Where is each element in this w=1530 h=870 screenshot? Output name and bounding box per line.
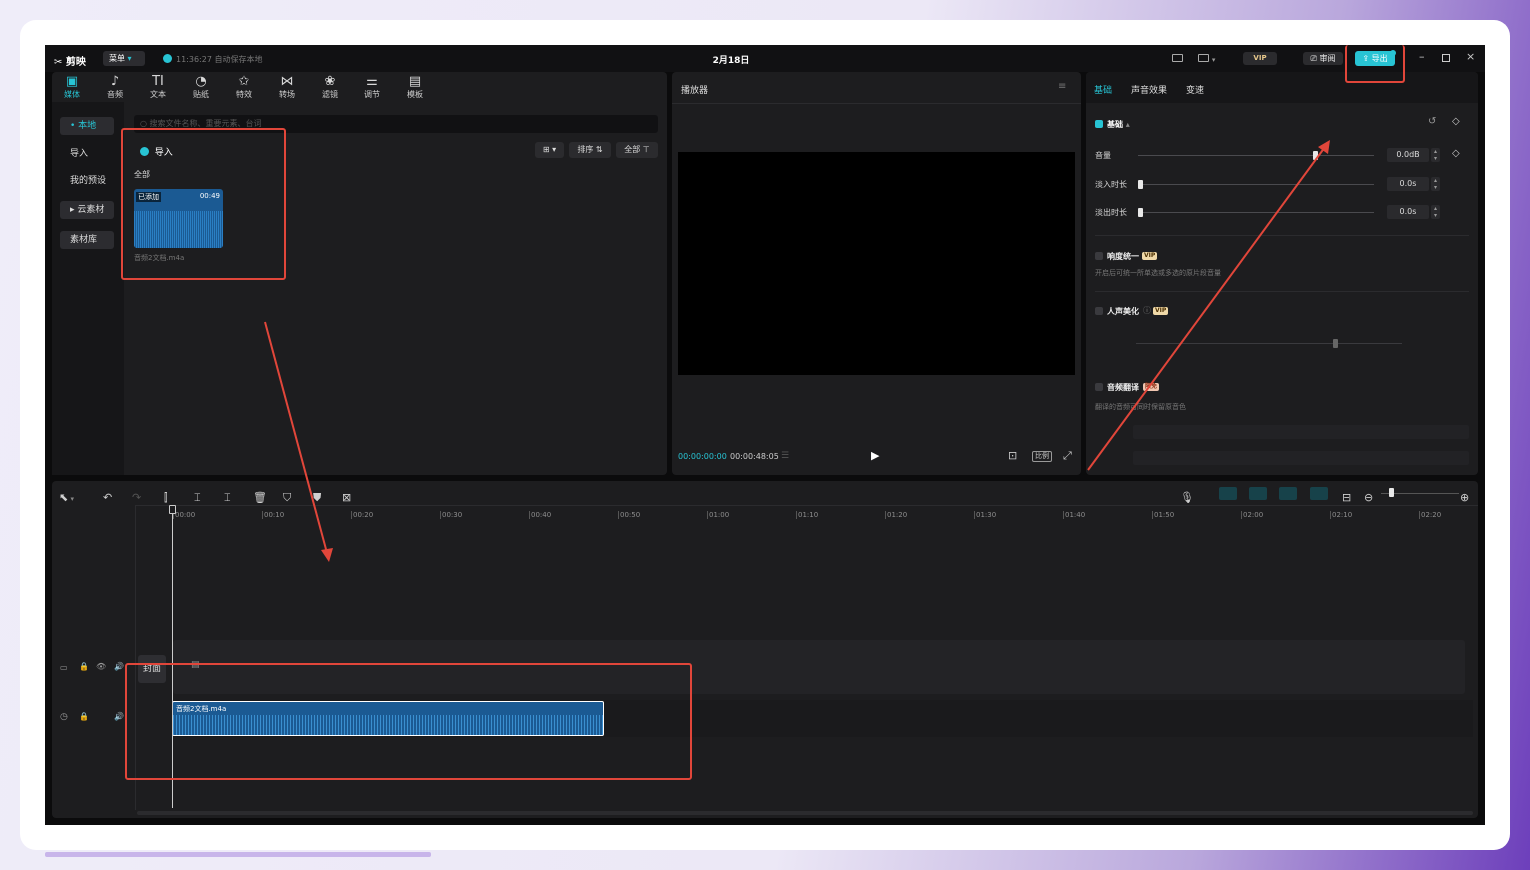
editor-window: ✂ 剪映 菜单 ▾ 11:36:27 自动保存本地 2月18日 ▾ VIP ⎚ … [45, 45, 1485, 825]
arrowhead-down [321, 548, 333, 562]
scroll-indicator [45, 852, 431, 857]
annotation-arrows [264, 140, 1330, 562]
annotation-arrow-down [264, 321, 328, 554]
arrowhead-up [1318, 140, 1330, 154]
annotation-arrow-up [1087, 146, 1326, 471]
